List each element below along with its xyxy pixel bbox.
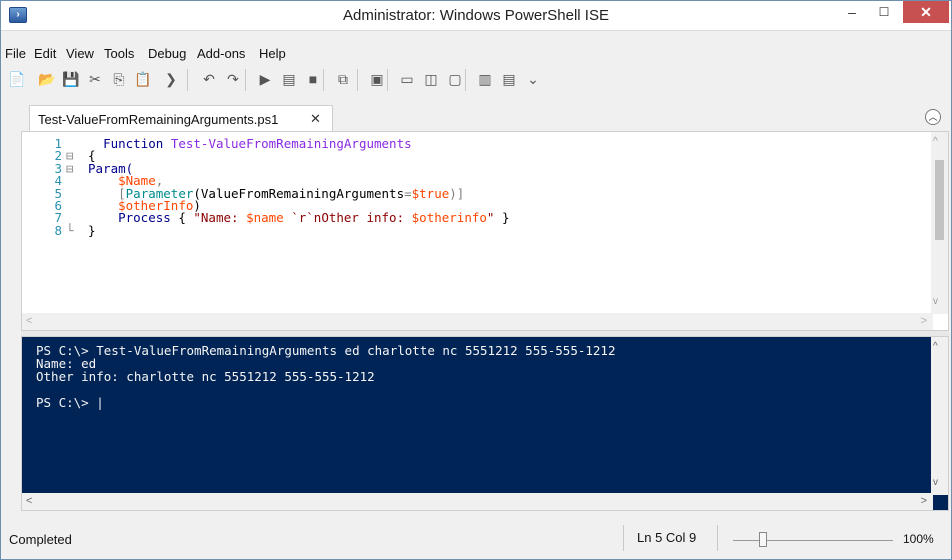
script-editor[interactable]: 1 Function Test-ValueFromRemainingArgume… [21, 131, 949, 331]
script-tab-strip: Test-ValueFromRemainingArguments.ps1 ✕ ︿ [1, 101, 951, 131]
collapse-script-pane-icon[interactable]: ︿ [925, 109, 941, 125]
console-output[interactable]: PS C:\> Test-ValueFromRemainingArguments… [36, 344, 615, 409]
show-script-top-icon[interactable]: ▭ [397, 69, 417, 89]
open-icon[interactable]: 📂 [37, 69, 57, 89]
minimize-button[interactable]: – [837, 1, 867, 23]
scroll-right-icon[interactable]: > [921, 315, 927, 327]
code-token: { [170, 210, 194, 226]
console-scroll-down-icon[interactable]: v [933, 477, 938, 488]
show-script-right-icon[interactable]: ◫ [421, 69, 441, 89]
console-prompt[interactable]: PS C:\> | [36, 396, 615, 409]
line-number: 8 [54, 222, 62, 238]
menu-tools[interactable]: Tools [104, 46, 134, 61]
menu-edit[interactable]: Edit [34, 46, 56, 61]
paste-icon[interactable]: 📋 [133, 69, 153, 89]
tab-label: Test-ValueFromRemainingArguments.ps1 [38, 112, 279, 127]
code-token: } [88, 222, 96, 238]
tab-test-valuefromremainingarguments[interactable]: Test-ValueFromRemainingArguments.ps1 ✕ [29, 105, 333, 131]
toolbar: 📄 📂 💾 ✂ ⎘ 📋 ❯ ↶ ↷ ▶ ▤ ■ ⧉ ▣ ▭ ◫ ▢ ▥ ▤ ⌄ [1, 65, 951, 95]
code-token: Process [118, 210, 171, 226]
zoom-slider-thumb[interactable] [759, 532, 767, 547]
toolbar-separator [323, 69, 324, 91]
close-button[interactable]: ✕ [903, 1, 949, 23]
menu-debug[interactable]: Debug [148, 46, 186, 61]
fold-marker-icon[interactable]: ⊟ [66, 162, 88, 175]
run-script-icon[interactable]: ▶ [255, 69, 275, 89]
toolbar-overflow-icon[interactable]: ⌄ [523, 69, 543, 89]
show-script-maximized-icon[interactable]: ▢ [445, 69, 465, 89]
save-icon[interactable]: 💾 [61, 69, 81, 89]
status-divider [717, 525, 718, 551]
fold-marker-icon[interactable]: └ [66, 224, 88, 237]
console-scroll-left-icon[interactable]: < [26, 495, 32, 507]
editor-scroll-thumb[interactable] [935, 160, 944, 240]
start-powershell-icon[interactable]: ▣ [367, 69, 387, 89]
title-bar[interactable]: › Administrator: Windows PowerShell ISE … [1, 1, 951, 31]
show-script-pane-icon[interactable]: ▥ [475, 69, 495, 89]
scroll-left-icon[interactable]: < [26, 315, 32, 327]
code-token: = [404, 185, 412, 201]
script-code[interactable]: 1 Function Test-ValueFromRemainingArgume… [22, 136, 510, 238]
editor-horizontal-scrollbar[interactable]: < > [22, 313, 933, 330]
remote-powershell-icon[interactable]: ⧉ [333, 69, 353, 89]
toolbar-separator [357, 69, 358, 91]
code-token: "Name: [193, 210, 247, 226]
stop-icon[interactable]: ■ [303, 69, 323, 89]
editor-vertical-scrollbar[interactable]: ^ v [931, 132, 948, 314]
cut-icon[interactable]: ✂ [85, 69, 105, 89]
console-scroll-up-icon[interactable]: ^ [933, 341, 938, 352]
maximize-button[interactable]: ☐ [869, 1, 899, 23]
new-script-icon[interactable]: 📄 [7, 69, 27, 89]
window-title: Administrator: Windows PowerShell ISE [343, 7, 609, 24]
redo-icon[interactable]: ↷ [223, 69, 243, 89]
scroll-up-icon[interactable]: ^ [933, 136, 938, 147]
powershell-ise-window: › Administrator: Windows PowerShell ISE … [0, 0, 952, 560]
console-vertical-scrollbar[interactable]: ^ v [931, 337, 948, 495]
menu-help[interactable]: Help [259, 46, 286, 61]
zoom-level: 100% [903, 532, 934, 546]
scroll-down-icon[interactable]: v [933, 296, 938, 307]
console-scroll-right-icon[interactable]: > [921, 495, 927, 507]
zoom-slider-track[interactable] [733, 540, 893, 541]
show-command-addon-icon[interactable]: ▤ [499, 69, 519, 89]
toolbar-separator [387, 69, 388, 91]
cursor-position: Ln 5 Col 9 [637, 530, 697, 545]
code-line: 8 └} [22, 222, 510, 238]
toolbar-separator [245, 69, 246, 91]
menu-add-ons[interactable]: Add-ons [197, 46, 245, 61]
toolbar-separator [465, 69, 466, 91]
run-selection-icon[interactable]: ▤ [279, 69, 299, 89]
menu-file[interactable]: File [5, 46, 26, 61]
code-token: Test-ValueFromRemainingArguments [170, 136, 412, 151]
status-text: Completed [9, 532, 72, 547]
undo-icon[interactable]: ↶ [199, 69, 219, 89]
code-token: $name [246, 210, 284, 226]
status-bar: Completed Ln 5 Col 9 100% [1, 521, 951, 559]
clear-console-icon[interactable]: ❯ [161, 69, 181, 89]
console-horizontal-scrollbar[interactable]: < > [22, 493, 933, 510]
code-token: $otherinfo [411, 210, 487, 226]
status-divider [623, 525, 624, 551]
code-token: )] [449, 185, 465, 201]
code-token: `r`nOther info: [283, 210, 412, 226]
tab-close-icon[interactable]: ✕ [310, 111, 321, 127]
code-token: $true [411, 185, 450, 201]
toolbar-separator [187, 69, 188, 91]
console-line: PS C:\> Test-ValueFromRemainingArguments… [36, 343, 616, 358]
menu-bar: File Edit View Tools Debug Add-ons Help [1, 45, 951, 63]
code-token: (ValueFromRemainingArguments [193, 185, 405, 201]
menu-view[interactable]: View [66, 46, 94, 61]
code-token: } [494, 210, 510, 226]
copy-icon[interactable]: ⎘ [109, 69, 129, 89]
code-token: Function [103, 136, 164, 151]
console-pane[interactable]: PS C:\> Test-ValueFromRemainingArguments… [21, 336, 949, 511]
console-line: Other info: charlotte nc 5551212 555-555… [36, 369, 375, 384]
